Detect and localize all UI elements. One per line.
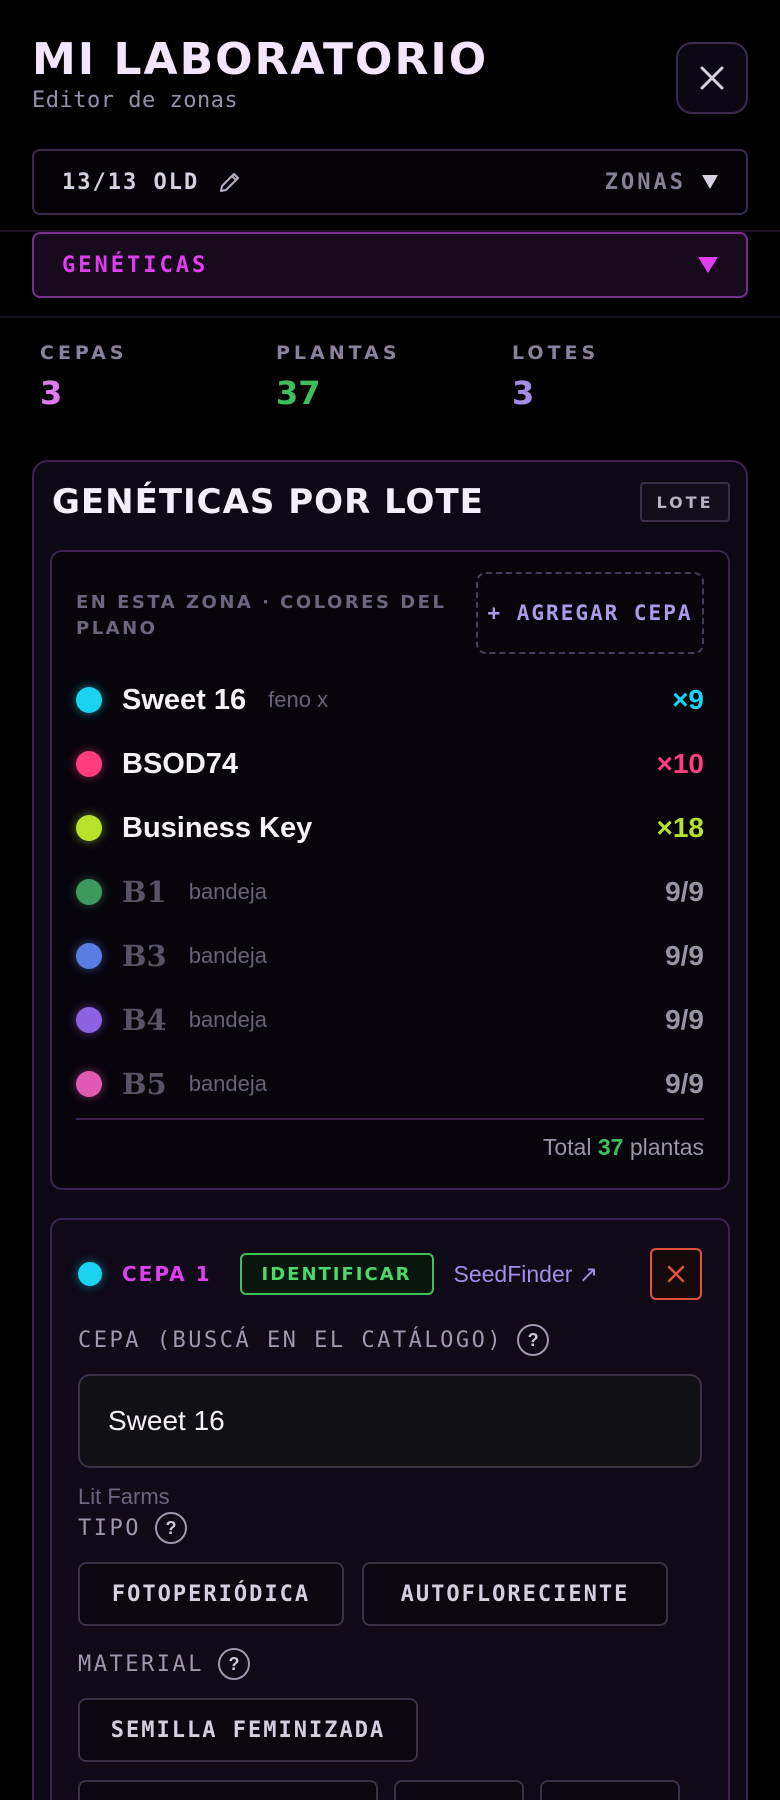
strain-search-label: CEPA (BUSCÁ EN EL CATÁLOGO) ? [78,1324,550,1356]
section-selector[interactable]: GENÉTICAS [32,232,748,298]
section-label: GENÉTICAS [62,252,209,278]
stat-value: 37 [276,374,321,412]
strain-color-dot [76,1071,102,1097]
divider [76,1118,704,1120]
strain-name: B4 [122,1003,167,1037]
strain-count: ×9 [672,684,704,715]
option-fotoperiodica[interactable]: FOTOPERIÓDICA [78,1562,344,1626]
add-strain-button[interactable]: + AGREGAR CEPA [476,572,704,654]
tipo-label: TIPO ? [78,1512,187,1544]
strain-color-dot [76,1007,102,1033]
panel-caption: EN ESTA ZONA · COLORES DEL PLANO [76,592,447,639]
strain-color-dot [76,687,102,713]
strain-color-dot [76,943,102,969]
strain-color-dot [76,751,102,777]
close-icon [700,66,724,90]
field-label-text: TIPO [78,1515,141,1541]
strain-row[interactable]: BSOD74 ×10 [76,732,704,796]
card-title: GENÉTICAS POR LOTE [52,482,484,522]
divider [0,316,780,318]
field-label-text: CEPA (BUSCÁ EN EL CATÁLOGO) [78,1327,504,1353]
help-icon[interactable]: ? [517,1324,550,1356]
strain-name: B1 [122,875,167,909]
option-autofloreciente[interactable]: AUTOFLORECIENTE [362,1562,668,1626]
stat-cepas: CEPAS 3 [40,342,276,432]
strain-name: BSOD74 [122,747,239,780]
total-suffix: plantas [629,1134,704,1160]
strain-list: Sweet 16 feno x ×9 BSOD74 ×10 Business Key ×18… [76,668,704,1116]
strain-note: feno x [268,687,329,712]
option-button[interactable] [78,1780,378,1800]
option-semilla-feminizada[interactable]: SEMILLA FEMINIZADA [78,1698,418,1762]
option-button[interactable] [394,1780,524,1800]
material-label: MATERIAL ? [78,1648,250,1680]
stat-lotes: LOTES 3 [512,342,748,432]
strain-note: bandeja [188,1007,268,1032]
zones-label: ZONAS [604,169,686,195]
strain-color-dot [76,815,102,841]
stat-label: CEPAS [40,342,128,364]
help-icon[interactable]: ? [154,1512,187,1544]
strain-count: ×18 [656,812,705,843]
chevron-down-icon [702,175,718,189]
stat-value: 3 [40,374,63,412]
genetics-card: GENÉTICAS POR LOTE LOTE EN ESTA ZONA · C… [32,460,748,1800]
identify-button[interactable]: IDENTIFICAR [239,1253,434,1295]
strain-color-dot [78,1262,102,1286]
strain-row[interactable]: B5 bandeja 9/9 [76,1052,704,1116]
strain-editor: CEPA 1 IDENTIFICAR SeedFinder ↗ CEPA (BU… [50,1218,730,1800]
total-row: Total 37 plantas [543,1134,704,1161]
strain-count: 9/9 [665,1004,704,1035]
zones-dropdown[interactable]: ZONAS [605,170,718,195]
stats-row: CEPAS 3 PLANTAS 37 LOTES 3 [40,342,748,432]
header: MI LABORATORIO Editor de zonas [32,30,748,120]
room-label: 13/13 OLD [62,169,200,195]
strain-row[interactable]: Sweet 16 feno x ×9 [76,668,704,732]
strain-count: 9/9 [665,1068,704,1099]
help-icon[interactable]: ? [217,1648,250,1680]
strain-color-dot [76,879,102,905]
stat-value: 3 [512,374,535,412]
strain-note: bandeja [188,943,268,968]
stat-label: PLANTAS [276,342,401,364]
strain-row[interactable]: Business Key ×18 [76,796,704,860]
strain-note: bandeja [188,1071,268,1096]
strain-row[interactable]: B1 bandeja 9/9 [76,860,704,924]
strain-editor-header: CEPA 1 IDENTIFICAR SeedFinder ↗ [78,1248,702,1300]
pencil-icon[interactable] [217,169,243,195]
field-label-text: MATERIAL [78,1651,204,1677]
zone-strains-panel: EN ESTA ZONA · COLORES DEL PLANO + AGREG… [50,550,730,1190]
stat-plantas: PLANTAS 37 [276,342,512,432]
strain-name: Sweet 16 [122,683,247,716]
strain-search-input[interactable]: Sweet 16 [78,1374,702,1468]
close-button[interactable] [676,42,748,114]
strain-count: 9/9 [665,940,704,971]
breeder-name: Lit Farms [78,1484,170,1509]
strain-row[interactable]: B4 bandeja 9/9 [76,988,704,1052]
stat-label: LOTES [512,342,600,364]
total-value: 37 [597,1134,624,1160]
strain-count: 9/9 [665,876,704,907]
app-subtitle: Editor de zonas [32,88,239,113]
seedfinder-link[interactable]: SeedFinder ↗ [454,1261,599,1288]
lote-badge[interactable]: LOTE [640,482,730,522]
strain-name: B5 [122,1067,167,1101]
room-selector[interactable]: 13/13 OLD ZONAS [32,149,748,215]
strain-count: ×10 [656,748,705,779]
option-button[interactable] [540,1780,680,1800]
close-icon [667,1265,685,1283]
chevron-down-icon [698,257,718,273]
total-prefix: Total [542,1134,592,1160]
app-title: MI LABORATORIO [32,34,489,85]
remove-strain-button[interactable] [650,1248,702,1300]
strain-row[interactable]: B3 bandeja 9/9 [76,924,704,988]
strain-name: B3 [122,939,167,973]
strain-number-label: CEPA 1 [122,1262,212,1286]
strain-note: bandeja [188,879,268,904]
strain-name: Business Key [122,811,313,844]
